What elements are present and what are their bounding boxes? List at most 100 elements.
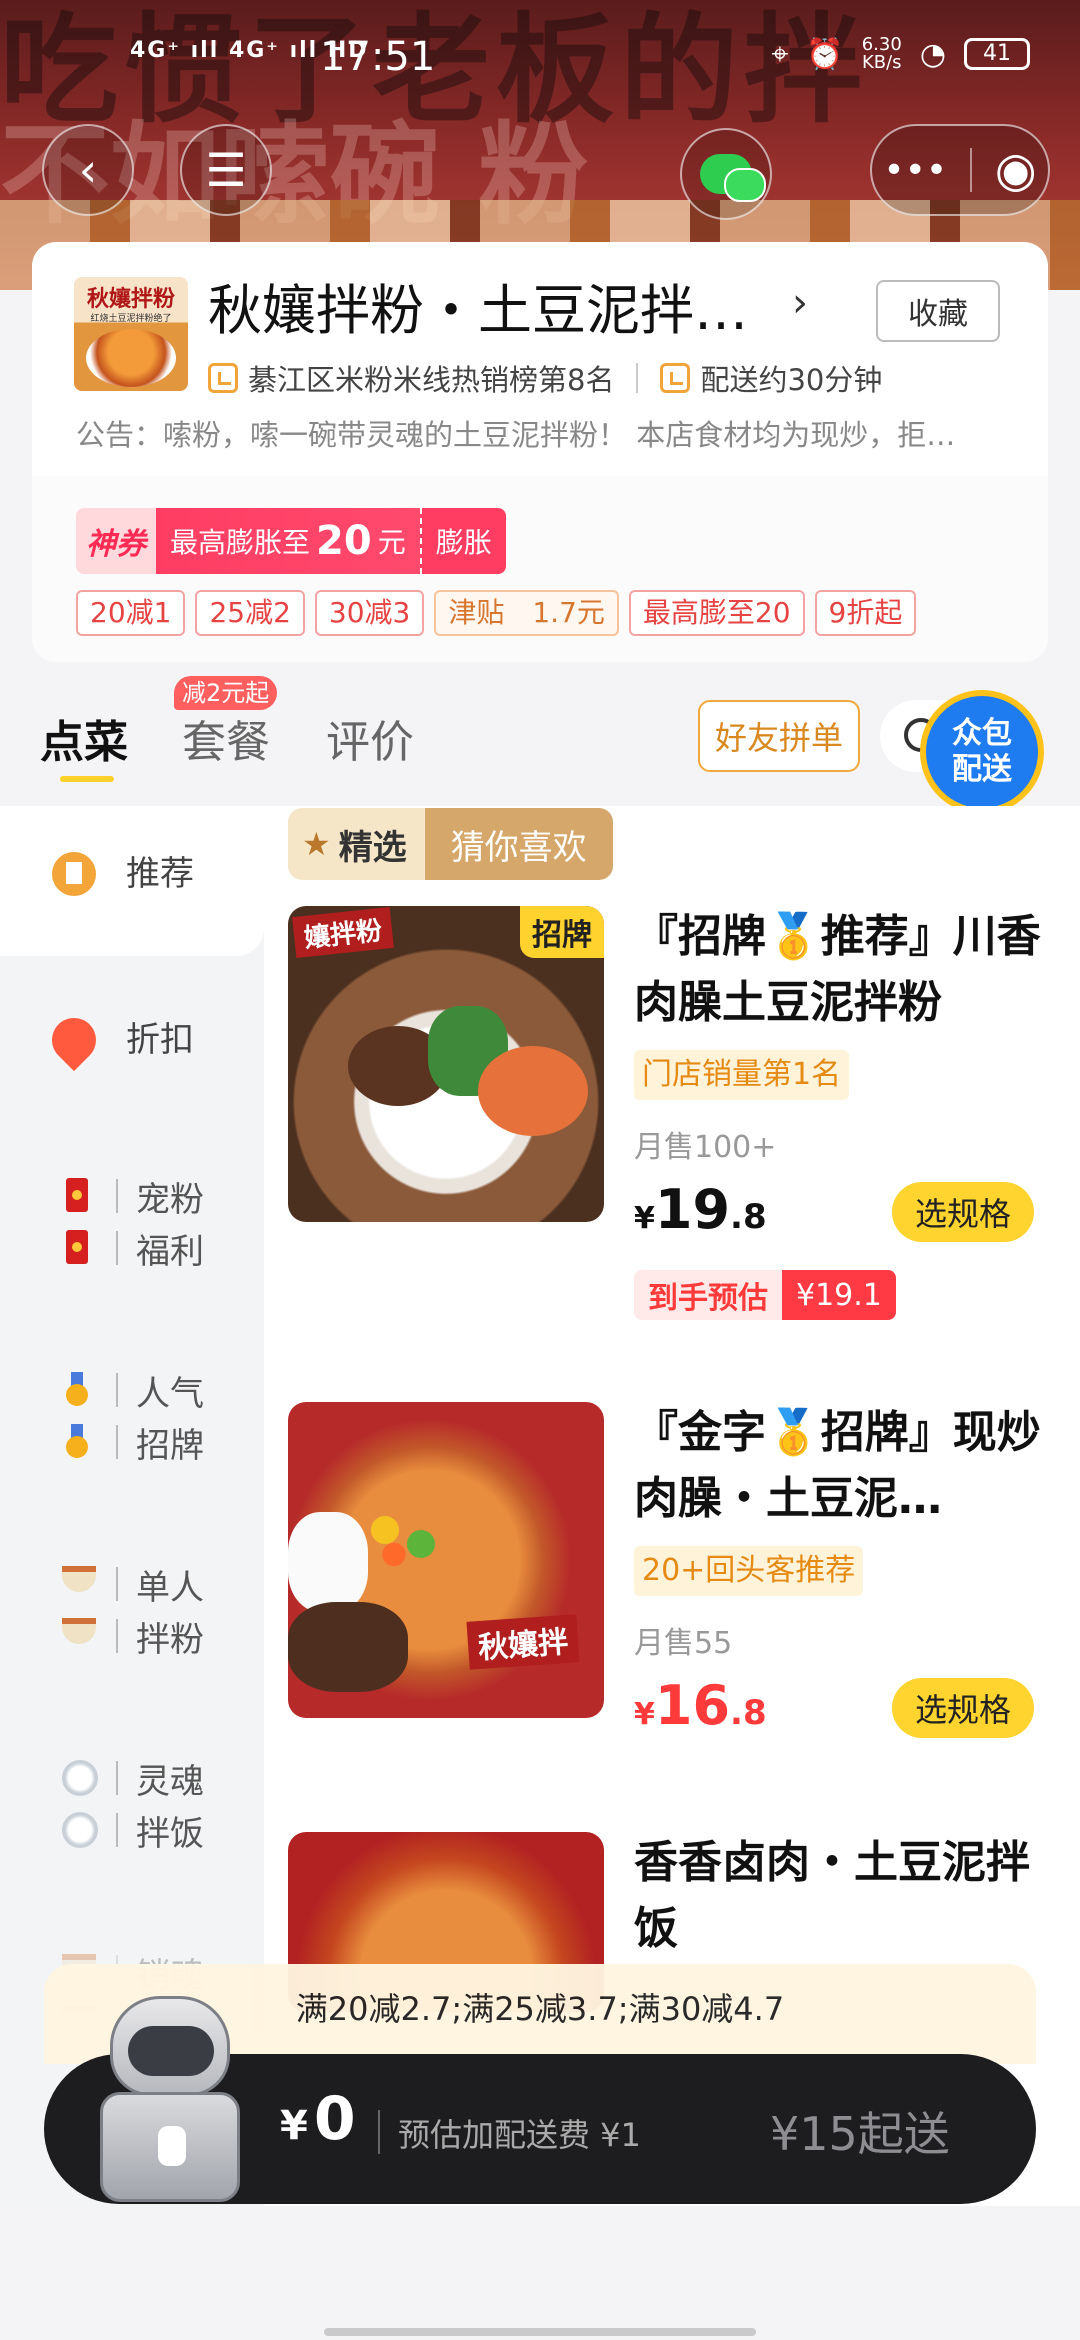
logo-title: 秋孃拌粉 xyxy=(86,287,175,312)
tab-combo[interactable]: 套餐 xyxy=(182,706,270,770)
store-info-card: 秋孃拌粉 红烧土豆泥拌粉绝了 秋孃拌粉・土豆泥拌… › 收藏 綦江区米粉米线热销… xyxy=(32,242,1048,662)
divider xyxy=(116,1761,118,1795)
price-decimal: .8 xyxy=(730,1693,767,1733)
store-notice[interactable]: 公告：嗦粉，嗦一碗带灵魂的土豆泥拌粉！ 本店食材均为现炒，拒… xyxy=(76,412,1026,454)
rice-bowl-icon xyxy=(62,1760,98,1796)
red-packet-icon xyxy=(62,1178,92,1214)
shenquan-label: 神券 xyxy=(76,508,156,574)
back-arrow-icon: ‹ xyxy=(78,143,98,197)
product-image[interactable]: 秋孃拌 xyxy=(288,1402,604,1718)
sidebar-item-single-noodle[interactable]: 单人 拌粉 xyxy=(62,1558,204,1662)
minimum-order[interactable]: ¥15起送 xyxy=(770,2098,950,2164)
crowd-delivery-badge[interactable]: 众包 配送 xyxy=(920,690,1044,814)
bowl-icon xyxy=(62,1618,96,1654)
estimated-price: 到手预估 ¥19.1 xyxy=(634,1270,896,1320)
menu-icon: ☰ xyxy=(205,143,247,197)
promo-tag-subsidy: 津贴 1.7元 xyxy=(434,590,619,636)
wifi-icon: ◔ xyxy=(919,36,946,72)
price-currency: ¥ xyxy=(634,1697,655,1732)
store-ranking-row[interactable]: 綦江区米粉米线热销榜第8名 配送约30分钟 xyxy=(208,357,882,399)
capsule-divider xyxy=(969,148,972,192)
zhongbao-line1: 众包 xyxy=(952,716,1012,751)
product-sales: 月售55 xyxy=(634,1626,733,1661)
sidebar-item-label: 拌粉 xyxy=(136,1619,204,1660)
friend-group-order-button[interactable]: 好友拼单 xyxy=(698,700,860,772)
product-tag: 门店销量第1名 xyxy=(634,1050,850,1100)
sidebar-item-label: 单人 xyxy=(136,1567,204,1608)
shenquan-amount: 20 xyxy=(316,518,372,564)
red-packet-icon xyxy=(62,1230,92,1266)
delivery-fee: 预估加配送费 ¥1 xyxy=(398,2116,641,2154)
signal-2: 4G⁺ ıll xyxy=(228,38,319,63)
bowl-icon xyxy=(62,1566,96,1602)
sidebar-item-rice[interactable]: 灵魂 拌饭 xyxy=(62,1752,204,1856)
shenquan-text: 最高膨胀至 20 元 xyxy=(156,508,420,574)
product-title[interactable]: 『金字🥇招牌』现炒肉臊・土豆泥… xyxy=(634,1400,1054,1532)
status-right: ⌖ ⏰ 6.30 KB/s ◔ 41 xyxy=(771,36,1030,72)
expand-button[interactable]: 膨胀 xyxy=(419,508,506,574)
star-icon: ★ xyxy=(302,825,331,863)
price-currency: ¥ xyxy=(634,1201,655,1236)
tab-reviews[interactable]: 评价 xyxy=(326,706,414,770)
shenquan-coupon[interactable]: 神券 最高膨胀至 20 元 膨胀 xyxy=(76,508,506,574)
tab-order[interactable]: 点菜 xyxy=(40,706,128,770)
alarm-icon: ⏰ xyxy=(806,36,844,72)
more-icon[interactable]: ••• xyxy=(883,150,947,191)
wechat-icon xyxy=(700,154,766,202)
sidebar-item-recommend[interactable]: 推荐 xyxy=(0,848,264,900)
divider xyxy=(116,1179,118,1213)
discount-tag-icon xyxy=(42,1008,106,1072)
product-price: ¥19.8 xyxy=(634,1178,767,1241)
medal-icon xyxy=(62,1424,92,1460)
zhongbao-line2: 配送 xyxy=(952,752,1012,787)
shenquan-unit: 元 xyxy=(377,526,406,559)
favorite-button[interactable]: 收藏 xyxy=(876,280,1000,342)
store-logo[interactable]: 秋孃拌粉 红烧土豆泥拌粉绝了 xyxy=(74,277,188,391)
promo-tag: 25减2 xyxy=(195,590,305,636)
promo-tag: 30减3 xyxy=(314,590,425,636)
home-indicator[interactable] xyxy=(324,2328,756,2336)
robot-mascot-icon[interactable] xyxy=(96,1996,246,2206)
robot-logo xyxy=(158,2126,186,2166)
select-spec-button[interactable]: 选规格 xyxy=(892,1182,1034,1242)
back-button[interactable]: ‹ xyxy=(42,124,134,216)
cart-amount: 0 xyxy=(313,2084,356,2154)
clock: 17:51 xyxy=(320,34,436,80)
divider xyxy=(116,1231,118,1265)
estimate-value: ¥19.1 xyxy=(782,1270,896,1320)
ranking-icon xyxy=(208,363,238,393)
shenquan-desc: 最高膨胀至 xyxy=(170,526,311,559)
store-name[interactable]: 秋孃拌粉・土豆泥拌… xyxy=(208,276,788,346)
battery-icon: 41 xyxy=(964,38,1030,70)
signature-badge: 招牌 xyxy=(520,906,604,958)
promo-tags[interactable]: 20减1 25减2 30减3 津贴 1.7元 最高膨至20 9折起 xyxy=(76,590,917,636)
medal-icon xyxy=(62,1372,92,1408)
combo-badge: 减2元起 xyxy=(174,676,278,710)
sidebar-item-label: 人气 xyxy=(136,1373,204,1414)
product-title[interactable]: 香香卤肉・土豆泥拌饭 xyxy=(634,1830,1054,1962)
miniprogram-capsule: ••• ◉ xyxy=(870,124,1050,216)
wechat-share-button[interactable] xyxy=(680,128,772,220)
menu-button[interactable]: ☰ xyxy=(180,124,272,216)
image-brand-text: 孃拌粉 xyxy=(292,906,394,959)
sidebar-item-label: 福利 xyxy=(136,1231,204,1272)
sidebar-item-discount[interactable]: 折扣 xyxy=(0,1008,264,1072)
product-title[interactable]: 『招牌🥇推荐』川香肉臊土豆泥拌粉 xyxy=(634,904,1054,1036)
sidebar-item-fan-benefits[interactable]: 宠粉 福利 xyxy=(62,1170,204,1274)
sidebar-item-popular[interactable]: 人气 招牌 xyxy=(62,1364,204,1468)
divider xyxy=(116,1619,118,1653)
divider xyxy=(116,1425,118,1459)
select-spec-button[interactable]: 选规格 xyxy=(892,1678,1034,1738)
divider xyxy=(636,363,639,393)
food-veg xyxy=(358,1502,448,1572)
product-image[interactable]: 孃拌粉 招牌 xyxy=(288,906,604,1222)
logo-subtitle: 红烧土豆泥拌粉绝了 xyxy=(90,314,172,324)
product-sales: 月售100+ xyxy=(634,1130,777,1165)
clock-icon xyxy=(660,363,691,393)
status-bar: 4G⁺ ıll 4G⁺ ıll HD 17:51 ⌖ ⏰ 6.30 KB/s ◔ … xyxy=(0,30,1080,90)
network-speed: 6.30 KB/s xyxy=(862,36,902,72)
sidebar-item-label: 拌饭 xyxy=(136,1813,204,1854)
featured-label: ★ 精选 xyxy=(288,808,425,880)
chevron-right-icon[interactable]: › xyxy=(792,280,808,326)
close-target-icon[interactable]: ◉ xyxy=(995,142,1037,198)
